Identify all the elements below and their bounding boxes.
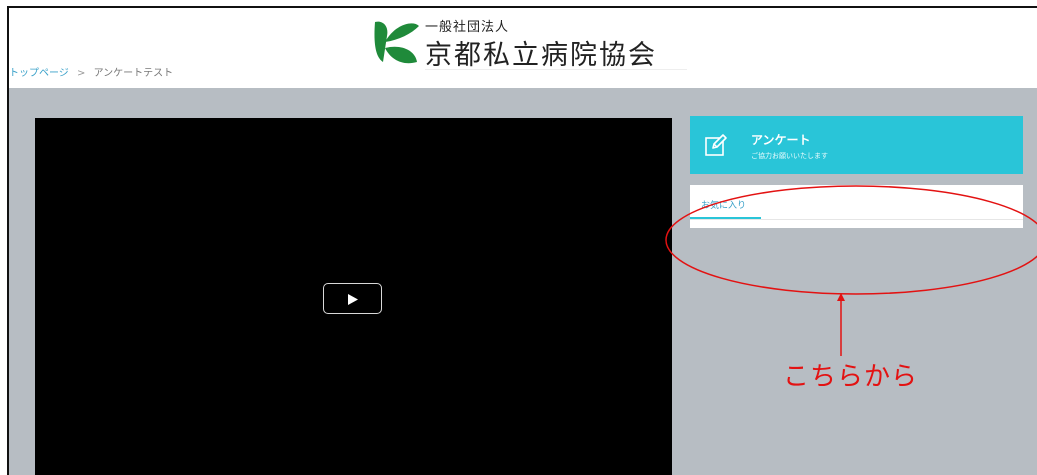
play-icon <box>348 294 358 305</box>
breadcrumb-home-link[interactable]: トップページ <box>9 68 69 79</box>
pencil-square-icon <box>705 134 727 156</box>
breadcrumb: トップページ > アンケートテスト <box>9 64 173 79</box>
breadcrumb-current: アンケートテスト <box>93 68 174 79</box>
survey-subtitle: ご協力お願いいたします <box>751 152 828 160</box>
tab-favorites[interactable]: お気に入り <box>690 185 761 219</box>
favorites-panel: お気に入り <box>690 185 1023 228</box>
org-name: 京都私立病院協会 <box>425 40 657 71</box>
breadcrumb-separator: > <box>77 68 86 79</box>
site-header: 一般社団法人 京都私立病院協会 トップページ > アンケートテスト <box>9 8 1037 88</box>
annotation-label: こちらから <box>783 362 919 392</box>
logo-leaf-icon <box>374 21 419 64</box>
page-frame: 一般社団法人 京都私立病院協会 トップページ > アンケートテスト アンケート <box>7 6 1037 475</box>
survey-title: アンケート <box>751 133 811 147</box>
main-content: アンケート ご協力お願いいたします お気に入り こちらから <box>9 88 1037 475</box>
logo-divider <box>425 69 687 70</box>
survey-button[interactable]: アンケート ご協力お願いいたします <box>690 116 1023 174</box>
video-player[interactable] <box>35 118 672 475</box>
site-logo[interactable]: 一般社団法人 京都私立病院協会 <box>371 14 691 71</box>
favorites-tab-label: お気に入り <box>701 201 747 211</box>
annotation-arrow-icon <box>837 293 845 356</box>
play-button[interactable] <box>323 283 382 314</box>
tab-divider <box>690 219 1023 220</box>
